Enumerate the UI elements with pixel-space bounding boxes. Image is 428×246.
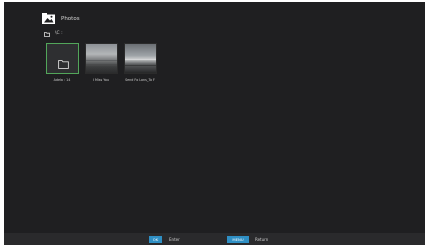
photos-icon <box>42 13 55 24</box>
breadcrumb: \C : <box>44 32 63 37</box>
photo-item[interactable]: Send Fo Lons_To F <box>123 43 157 82</box>
media-player-screen: Photos \C : Adela : 14 I Miss You Send F… <box>4 2 425 245</box>
folder-thumbnail[interactable] <box>45 43 79 74</box>
file-grid: Adela : 14 I Miss You Send Fo Lons_To F <box>45 43 162 82</box>
photo-item[interactable]: I Miss You <box>84 43 118 82</box>
item-label: I Miss You <box>93 78 109 82</box>
photo-thumbnail[interactable] <box>84 43 118 74</box>
folder-icon <box>44 32 50 37</box>
ok-key-button[interactable]: OK <box>149 236 162 243</box>
item-label: Adela : 14 <box>53 78 71 82</box>
folder-icon <box>57 54 69 73</box>
photo-thumbnail[interactable] <box>123 43 157 74</box>
ok-action-label: Enter <box>169 237 180 242</box>
folder-item[interactable]: Adela : 14 <box>45 43 79 82</box>
footer-bar: OK Enter MENU Return <box>4 233 425 245</box>
item-label: Send Fo Lons_To F <box>125 78 155 82</box>
page-title: Photos <box>61 16 80 23</box>
page-header: Photos <box>42 13 80 24</box>
breadcrumb-path: \C : <box>55 31 63 37</box>
menu-key-button[interactable]: MENU <box>227 236 249 243</box>
menu-action-label: Return <box>255 237 269 242</box>
